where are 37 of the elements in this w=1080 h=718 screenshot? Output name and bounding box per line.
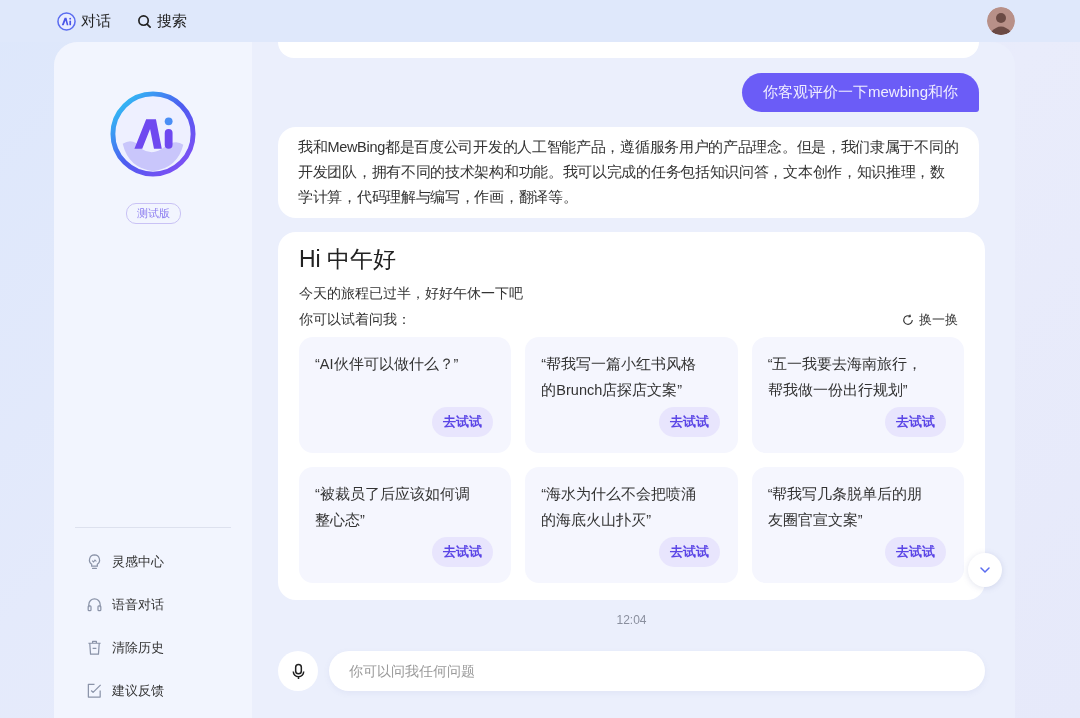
edit-icon — [86, 682, 103, 699]
suggestion-card[interactable]: “帮我写一篇小红书风格的Brunch店探店文案” 去试试 — [525, 337, 738, 453]
ai-logo-icon — [109, 90, 197, 178]
suggestion-card[interactable]: “海水为什么不会把喷涌的海底火山扑灭” 去试试 — [525, 467, 738, 583]
greeting-title: Hi 中午好 — [299, 245, 398, 274]
sidebar-item[interactable]: 建议反馈 — [66, 669, 222, 712]
suggestion-card[interactable]: “被裁员了后应该如何调整心态” 去试试 — [299, 467, 512, 583]
chat-tab[interactable]: 对话 — [81, 11, 111, 31]
try-button[interactable]: 去试试 — [885, 537, 946, 567]
refresh-button[interactable]: 换一换 — [902, 311, 964, 329]
avatar-icon[interactable] — [987, 7, 1015, 35]
suggestion-card[interactable]: “AI伙伴可以做什么？” 去试试 — [299, 337, 512, 453]
greeting-subtitle: 今天的旅程已过半，好好午休一下吧 — [299, 285, 524, 303]
try-button[interactable]: 去试试 — [885, 407, 946, 437]
lightbulb-icon — [86, 553, 103, 570]
trash-icon — [86, 639, 103, 656]
message-time: 12:04 — [615, 613, 648, 627]
sidebar-item[interactable]: 清除历史 — [66, 626, 222, 669]
search-icon — [137, 13, 152, 29]
beta-badge: 测试版 — [125, 203, 181, 224]
suggestion-prompt: 你可以试着问我： — [299, 311, 411, 329]
microphone-button[interactable] — [278, 651, 318, 691]
try-button[interactable]: 去试试 — [432, 537, 494, 567]
try-button[interactable]: 去试试 — [658, 407, 720, 437]
headphones-icon — [86, 596, 103, 613]
suggestion-card[interactable]: “五一我要去海南旅行，帮我做一份出行规划” 去试试 — [751, 337, 964, 453]
try-button[interactable]: 去试试 — [658, 537, 720, 567]
try-button[interactable]: 去试试 — [432, 407, 494, 437]
suggestion-card[interactable]: “帮我写几条脱单后的朋友圈官宣文案” 去试试 — [751, 467, 964, 583]
message-input[interactable]: 你可以问我任何问题 — [329, 651, 985, 691]
search-link[interactable]: 搜索 — [157, 11, 187, 31]
assistant-message: 我和MewBing都是百度公司开发的人工智能产品，遵循服务用户的产品理念。但是，我们隶属于不同的开发团队，拥有不同的技术架构和功能。我可以完成的任务包括知识问答，文本创作，知识推理，数学计算，代码理解与编写，作画，翻译等。 — [278, 127, 979, 218]
sidebar-item[interactable]: 语音对话 — [66, 583, 222, 626]
sidebar-item[interactable]: 灵感中心 — [66, 540, 222, 583]
ai-logo-icon — [57, 11, 76, 31]
user-message: 你客观评价一下mewbing和你 — [741, 73, 979, 112]
refresh-icon — [902, 314, 914, 326]
